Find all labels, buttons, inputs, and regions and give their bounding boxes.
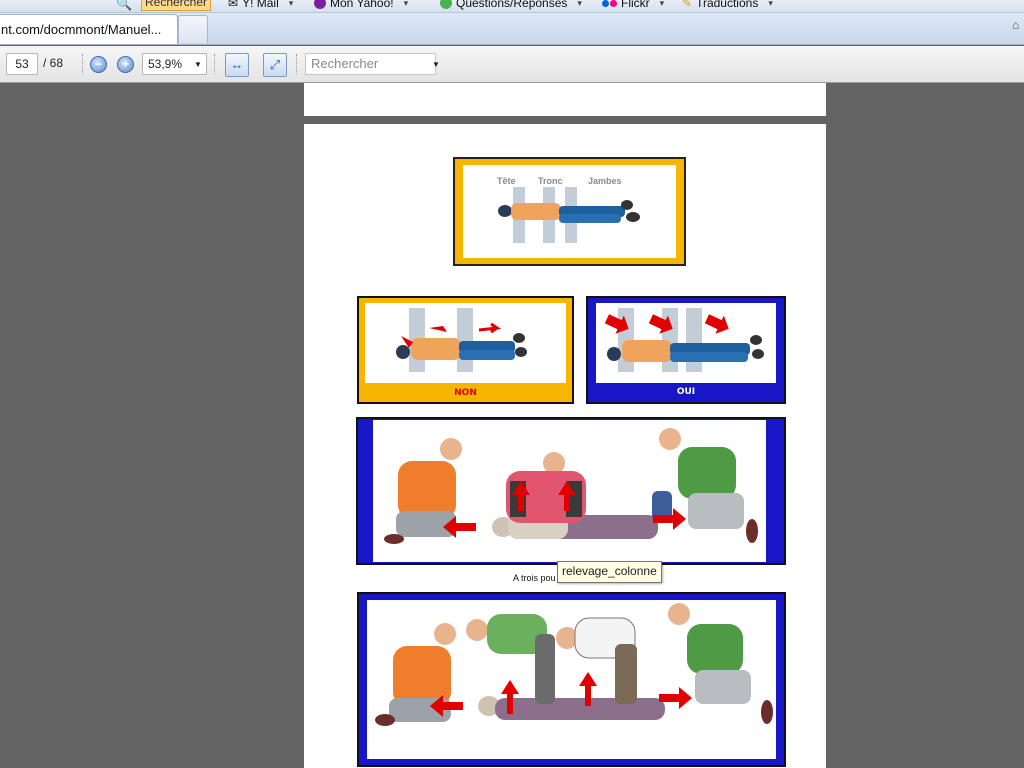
bookmark-label: Flickr	[621, 0, 650, 10]
bookmark-flickr[interactable]: Flickr ▾	[602, 0, 664, 11]
pdf-toolbar: 53 / 68 − + 53,9% ▼ ↔ ⤢ Rechercher ▼	[0, 46, 1024, 83]
search-icon[interactable]: 🔍	[116, 0, 132, 12]
previous-page	[304, 83, 826, 116]
chevron-down-icon[interactable]: ▾	[577, 0, 582, 9]
mail-icon: ✉	[228, 0, 239, 10]
bookmark-label: Traductions	[696, 0, 759, 10]
chevron-down-icon[interactable]: ▼	[194, 60, 202, 69]
illustration-three-rescuers	[384, 428, 758, 544]
label-non: NON	[454, 388, 477, 398]
document-viewport[interactable]: Tête Tronc Jambes NON OUI A trois pou	[0, 83, 1024, 768]
figure-non: NON	[357, 296, 574, 404]
home-icon[interactable]: ⌂	[1012, 18, 1022, 32]
fit-page-icon[interactable]: ⤢	[263, 53, 287, 77]
tab-active[interactable]: nt.com/docmmont/Manuel...	[0, 14, 178, 44]
figure-oui: OUI	[586, 296, 786, 404]
search-button[interactable]: Rechercher	[141, 0, 211, 11]
new-tab-button[interactable]	[178, 15, 208, 43]
fit-width-icon[interactable]: ↔	[225, 53, 249, 77]
zoom-in-icon[interactable]: +	[117, 56, 134, 73]
bookmark-traductions[interactable]: ✎ Traductions ▾	[682, 0, 773, 11]
search-input[interactable]: Rechercher	[305, 53, 436, 75]
chevron-down-icon[interactable]: ▼	[432, 60, 440, 69]
chevron-down-icon[interactable]: ▾	[660, 0, 665, 9]
illustration-lying-person	[498, 187, 640, 243]
toolbar-separator	[214, 54, 216, 74]
tab-bar: nt.com/docmmont/Manuel... ⌂	[0, 13, 1024, 45]
figure-relevage-trois	[356, 417, 786, 565]
bookmark-label: Mon Yahoo!	[330, 0, 394, 10]
tooltip: relevage_colonne	[557, 561, 662, 583]
bookmark-mon-yahoo[interactable]: Mon Yahoo! ▾	[314, 0, 408, 11]
bookmark-questions[interactable]: Questions/Réponses ▾	[440, 0, 582, 11]
chevron-down-icon[interactable]: ▾	[289, 0, 294, 9]
chevron-down-icon[interactable]: ▾	[404, 0, 409, 9]
flickr-icon	[602, 0, 617, 7]
page-total: / 68	[43, 56, 64, 70]
figure-caption: A trois pou	[513, 573, 556, 583]
bookmark-label: Y! Mail	[242, 0, 279, 10]
label-oui: OUI	[676, 387, 696, 397]
bookmarks-bar: 🔍 Rechercher ✉ Y! Mail ▾ Mon Yahoo! ▾ Qu…	[0, 0, 1024, 13]
yahoo-icon	[314, 0, 326, 9]
page-number-field[interactable]: 53	[6, 53, 38, 75]
toolbar-separator	[82, 54, 84, 74]
figure-relevage-quatre	[357, 592, 786, 767]
chevron-down-icon[interactable]: ▾	[768, 0, 773, 9]
figure-body-axes: Tête Tronc Jambes	[453, 157, 686, 266]
zoom-out-icon[interactable]: −	[90, 56, 107, 73]
illustration-four-rescuers	[375, 603, 773, 726]
bookmark-mail[interactable]: ✉ Y! Mail ▾	[228, 0, 293, 11]
translate-icon: ✎	[682, 0, 693, 10]
illustration-wrong-lift	[396, 308, 527, 372]
current-page: Tête Tronc Jambes NON OUI A trois pou	[304, 124, 826, 768]
toolbar-separator	[296, 54, 298, 74]
answers-icon	[440, 0, 452, 9]
bookmark-label: Questions/Réponses	[456, 0, 568, 10]
